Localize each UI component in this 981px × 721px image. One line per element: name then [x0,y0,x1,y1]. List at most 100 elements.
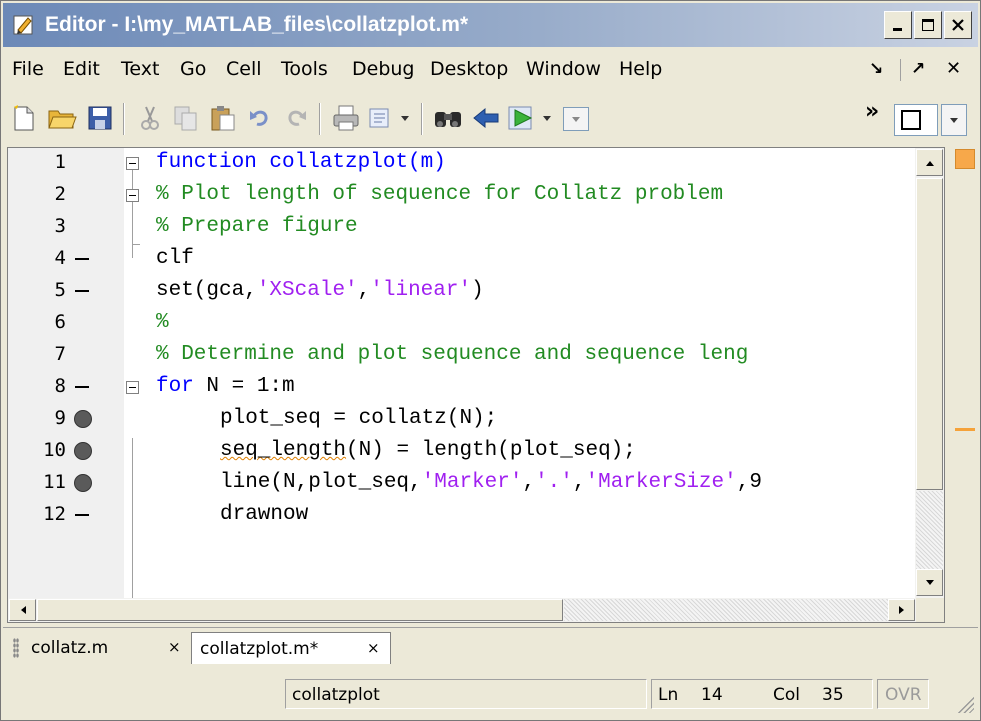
menu-file[interactable]: File [12,58,44,80]
paste-button[interactable] [206,101,240,135]
find-files-button[interactable] [365,101,399,135]
new-file-icon [14,105,34,131]
line-number: 10 [43,439,66,461]
tab-collatz[interactable]: collatz.m × [23,632,188,664]
maximize-button[interactable] [914,11,942,39]
menu-tools[interactable]: Tools [281,58,328,80]
scroll-up-button[interactable] [916,149,943,176]
menu-edit[interactable]: Edit [63,58,100,80]
horizontal-scrollbar[interactable] [8,598,944,622]
code-line[interactable]: 12 drawnow [8,500,915,532]
horizontal-scroll-thumb[interactable] [37,599,563,621]
code-line[interactable]: 11 line(N,plot_seq,'Marker','.','MarkerS… [8,468,915,500]
code-text: for N = 1:m [156,375,295,398]
cut-icon [141,106,159,130]
toolbar-separator [123,103,125,135]
code-line[interactable]: 2 % Plot length of sequence for Collatz … [8,180,915,212]
code-line[interactable]: 7 % Determine and plot sequence and sequ… [8,340,915,372]
go-back-button[interactable] [469,101,503,135]
breakpoint-icon[interactable] [74,410,92,428]
redo-button[interactable] [279,101,313,135]
print-button[interactable] [329,101,363,135]
menu-debug[interactable]: Debug [352,58,414,80]
breakpoint-icon[interactable] [74,442,92,460]
scroll-right-button[interactable] [888,599,915,621]
overwrite-mode: OVR [885,685,922,705]
status-bar: collatzplot Ln 14 Col 35 OVR [3,671,978,717]
executable-line-marker[interactable] [75,514,89,516]
vertical-scroll-thumb[interactable] [916,178,943,490]
menu-help[interactable]: Help [619,58,662,80]
executable-line-marker[interactable] [75,258,89,260]
back-arrow-icon [473,107,499,129]
menu-text[interactable]: Text [121,58,159,80]
code-text: % Plot length of sequence for Collatz pr… [156,183,724,206]
tab-close-button[interactable]: × [168,638,181,656]
dropdown-arrow-icon [543,116,551,121]
editor-app-icon [13,15,33,35]
horizontal-scroll-track[interactable] [564,599,889,621]
fold-toggle[interactable] [126,189,139,202]
minimize-button[interactable] [884,11,912,39]
code-line[interactable]: 10 seq_length(N) = length(plot_seq); [8,436,915,468]
toolbar-overflow-button[interactable]: » [865,99,879,124]
title-bar[interactable]: Editor - I:\my_MATLAB_files\collatzplot.… [3,3,978,47]
breakpoint-icon[interactable] [74,474,92,492]
code-line[interactable]: 6 % [8,308,915,340]
code-line[interactable]: 3 % Prepare figure [8,212,915,244]
code-line[interactable]: 8 for N = 1:m [8,372,915,404]
new-file-button[interactable] [7,101,41,135]
code-line[interactable]: 1 function collatzplot(m) [8,148,915,180]
executable-line-marker[interactable] [75,386,89,388]
executable-line-marker[interactable] [75,290,89,292]
tab-close-button[interactable]: × [367,639,380,657]
stack-dropdown[interactable] [563,107,589,131]
line-number: 6 [54,311,66,333]
copy-button[interactable] [169,101,203,135]
vertical-scroll-track[interactable] [916,491,943,569]
cell-mode-selector[interactable] [894,104,938,136]
cut-button[interactable] [133,101,167,135]
close-document-button[interactable]: ✕ [946,58,961,79]
close-window-button[interactable] [944,11,972,39]
menu-cell[interactable]: Cell [226,58,262,80]
fold-toggle[interactable] [126,381,139,394]
open-file-button[interactable] [45,101,79,135]
undo-button[interactable] [243,101,277,135]
menu-desktop[interactable]: Desktop [430,58,508,80]
code-line[interactable]: 5 set(gca,'XScale','linear') [8,276,915,308]
cell-mode-dropdown[interactable] [941,104,967,136]
code-area[interactable]: 1 function collatzplot(m) 2 % Plot lengt… [8,148,915,598]
code-editor[interactable]: 1 function collatzplot(m) 2 % Plot lengt… [7,147,945,623]
chevron-down-icon [572,117,580,122]
mlint-warning-marker[interactable] [955,428,975,431]
scroll-left-button[interactable] [9,599,36,621]
run-button[interactable] [505,101,539,135]
resize-grip-icon[interactable] [956,695,974,713]
run-dropdown[interactable] [537,101,557,135]
current-function: collatzplot [292,685,380,705]
code-text: % [156,311,169,334]
scroll-down-button[interactable] [916,569,943,596]
mlint-status-indicator[interactable] [955,149,975,169]
line-number: 1 [54,151,66,173]
tab-collatzplot[interactable]: collatzplot.m* × [191,632,391,664]
save-button[interactable] [83,101,117,135]
code-line[interactable]: 9 plot_seq = collatz(N); [8,404,915,436]
fold-toggle[interactable] [126,157,139,170]
tab-label: collatz.m [31,638,109,658]
menu-window[interactable]: Window [526,58,601,80]
code-text: clf [156,247,194,270]
code-line[interactable]: 4 clf [8,244,915,276]
vertical-scrollbar[interactable] [915,148,944,598]
undock-button[interactable]: ↗ [911,59,925,79]
find-button[interactable] [431,101,465,135]
document-tabs: collatz.m × collatzplot.m* × [3,627,978,668]
find-files-dropdown[interactable] [395,101,415,135]
line-label: Ln [658,685,679,705]
undo-icon [250,110,268,126]
menu-go[interactable]: Go [180,58,206,80]
dock-button[interactable]: ↘ [869,59,883,79]
editor-window: Editor - I:\my_MATLAB_files\collatzplot.… [0,0,981,721]
toolbar-separator [421,103,423,135]
